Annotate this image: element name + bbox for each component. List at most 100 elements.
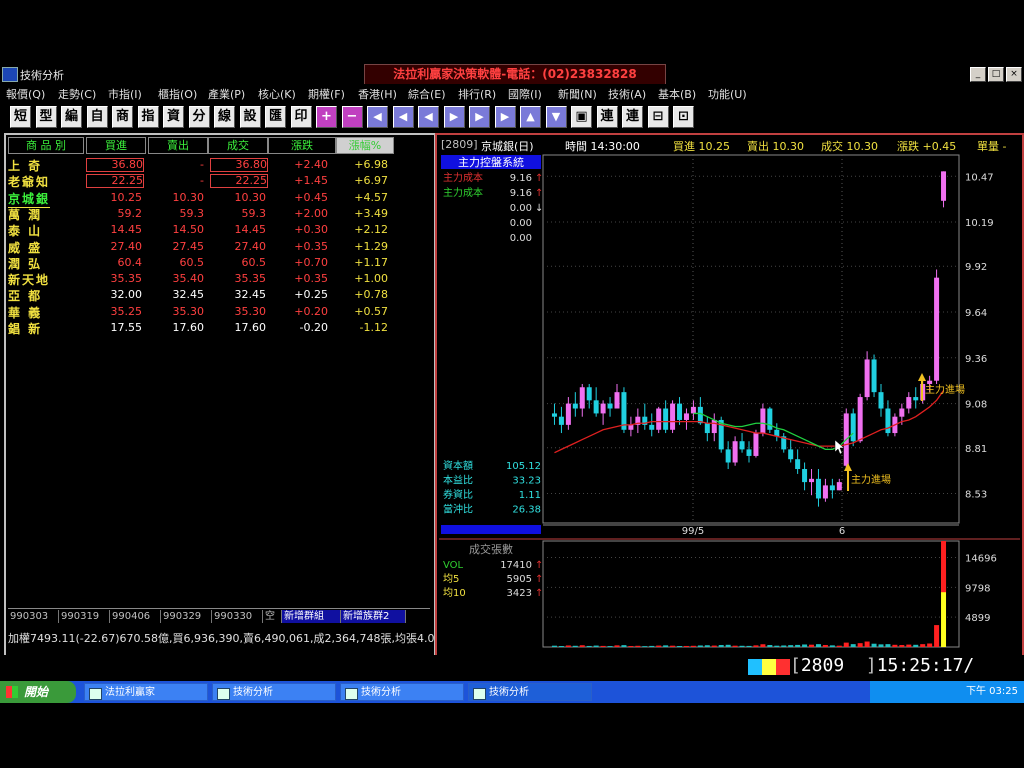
toolbar-button-6[interactable]: 資 — [163, 106, 184, 128]
toolbar-button-12[interactable]: + — [316, 106, 337, 128]
menu-item-5[interactable]: 核心(K) — [258, 86, 296, 102]
group-tab-4[interactable]: 990330 — [212, 610, 263, 623]
quote-bid: 22.25 — [86, 174, 144, 189]
start-button[interactable]: 開始 — [0, 681, 76, 703]
toolbar-button-2[interactable]: 編 — [61, 106, 82, 128]
group-tab-3[interactable]: 990329 — [161, 610, 212, 623]
column-header-4[interactable]: 漲跌 — [268, 137, 336, 154]
candle-body — [683, 413, 689, 420]
menu-item-0[interactable]: 報價(Q) — [6, 86, 45, 102]
menu-item-9[interactable]: 排行(R) — [458, 86, 496, 102]
toolbar-button-0[interactable]: 短 — [10, 106, 31, 128]
candle-body — [767, 408, 773, 430]
toolbar-button-26[interactable]: ⊡ — [673, 106, 694, 128]
quote-row[interactable]: 威 盛 27.40 27.45 27.40 +0.35 +1.29 — [6, 239, 434, 255]
toolbar-button-4[interactable]: 商 — [112, 106, 133, 128]
group-tab-0[interactable]: 990303 — [8, 610, 59, 623]
quote-list-panel: 商 品 別買進 賣出 成交 漲跌 漲幅% 上 奇 36.80-36.80 +2.40 +6.9… — [4, 133, 436, 657]
menu-item-12[interactable]: 技術(A) — [608, 86, 646, 102]
group-tab-7[interactable]: 新增族群2 — [341, 610, 406, 623]
toolbar-button-13[interactable]: − — [341, 106, 363, 128]
toolbar-button-20[interactable]: ▲ — [520, 106, 541, 128]
stock-name: 潤 弘 — [8, 256, 43, 271]
quote-bid: 27.40 — [110, 239, 143, 253]
toolbar-button-17[interactable]: ▶ — [443, 106, 465, 128]
quote-last: 59.3 — [241, 206, 267, 220]
menu-item-13[interactable]: 基本(B) — [658, 86, 696, 102]
taskbar-item-0[interactable]: 法拉利贏家 — [84, 683, 208, 701]
toolbar-button-21[interactable]: ▼ — [545, 106, 567, 128]
quote-last: 22.25 — [210, 174, 268, 189]
column-header-3[interactable]: 成交 — [208, 137, 268, 154]
volume-bar — [739, 645, 745, 647]
toolbar-button-19[interactable]: ▶ — [494, 106, 516, 128]
menu-item-1[interactable]: 走勢(C) — [58, 86, 96, 102]
quote-row[interactable]: 新天地 35.35 35.40 35.35 +0.35 +1.00 — [6, 271, 434, 287]
quote-row[interactable]: 亞 都 32.00 32.45 32.45 +0.25 +0.78 — [6, 287, 434, 303]
maximize-button[interactable]: □ — [988, 67, 1004, 82]
toolbar-button-5[interactable]: 指 — [137, 106, 159, 128]
toolbar-button-18[interactable]: ▶ — [469, 106, 490, 128]
quote-row[interactable]: 上 奇 36.80-36.80 +2.40 +6.98 — [6, 157, 434, 173]
quote-row[interactable]: 京城銀 10.25 10.30 10.30 +0.45 +4.57 — [6, 190, 434, 208]
toolbar-button-23[interactable]: 連 — [596, 106, 618, 128]
group-tab-5[interactable]: 空 — [263, 610, 282, 623]
toolbar-button-10[interactable]: 匯 — [265, 106, 286, 128]
close-button[interactable]: × — [1006, 67, 1022, 82]
quote-last: 35.35 — [234, 272, 267, 286]
toolbar-button-24[interactable]: 連 — [622, 106, 643, 128]
menu-item-11[interactable]: 新聞(N) — [558, 86, 597, 102]
toolbar-button-16[interactable]: ◀ — [418, 106, 439, 128]
volume-bar — [885, 644, 891, 647]
group-tab-2[interactable]: 990406 — [110, 610, 161, 623]
toolbar: 短型編自商指資分線設匯印 + − ◀ ◀ ◀ ▶ ▶ ▶ ▲ ▼ ▣ 連連 ⊟ ⊡ — [0, 103, 1024, 131]
toolbar-button-9[interactable]: 設 — [239, 106, 261, 128]
column-header-1[interactable]: 買進 — [86, 137, 146, 154]
menu-item-7[interactable]: 香港(H) — [358, 86, 397, 102]
quote-row[interactable]: 泰 山 14.45 14.50 14.45 +0.30 +2.12 — [6, 222, 434, 238]
menu-item-14[interactable]: 功能(U) — [708, 86, 747, 102]
column-header-0[interactable]: 商 品 別 — [8, 137, 84, 154]
minimize-button[interactable]: _ — [970, 67, 986, 82]
quote-row[interactable]: 老爺知 22.25-22.25 +1.45 +6.97 — [6, 173, 434, 189]
toolbar-button-15[interactable]: ◀ — [392, 106, 414, 128]
quote-bid: 59.2 — [117, 206, 143, 220]
vendor-banner: 法拉利贏家決策軟體-電話：(02)23832828 — [364, 64, 666, 86]
toolbar-button-7[interactable]: 分 — [188, 106, 210, 128]
legend-value: 0.00 — [510, 218, 532, 229]
menu-item-6[interactable]: 期權(F) — [308, 86, 345, 102]
group-tab-1[interactable]: 990319 — [59, 610, 110, 623]
toolbar-button-25[interactable]: ⊟ — [647, 106, 669, 128]
fundamental-value: 105.12 — [506, 461, 541, 472]
column-header-5[interactable]: 漲幅% — [336, 137, 394, 154]
volume-bar — [649, 645, 655, 647]
column-header-2[interactable]: 賣出 — [148, 137, 208, 154]
quote-row[interactable]: 萬 潤 59.2 59.3 59.3 +2.00 +3.49 — [6, 206, 434, 222]
quote-row[interactable]: 華 義 35.25 35.30 35.30 +0.20 +0.57 — [6, 304, 434, 320]
toolbar-button-1[interactable]: 型 — [35, 106, 57, 128]
start-label: 開始 — [24, 685, 49, 699]
quote-row[interactable]: 錩 新 17.55 17.60 17.60 -0.20 -1.12 — [6, 320, 434, 336]
candle-body — [899, 408, 905, 417]
toolbar-button-8[interactable]: 線 — [214, 106, 235, 128]
menu-item-3[interactable]: 櫃指(O) — [158, 86, 197, 102]
group-tab-6[interactable]: 新增群組 — [282, 610, 341, 623]
menu-item-8[interactable]: 綜合(E) — [408, 86, 446, 102]
status-bracket: [ — [790, 655, 801, 676]
candle-body — [927, 380, 933, 384]
toolbar-button-11[interactable]: 印 — [290, 106, 312, 128]
quote-row[interactable]: 潤 弘 60.4 60.5 60.5 +0.70 +1.17 — [6, 255, 434, 271]
quote-pct: +3.49 — [354, 206, 388, 220]
toolbar-button-14[interactable]: ◀ — [367, 106, 388, 128]
candle-body — [878, 392, 884, 409]
menu-item-2[interactable]: 市指(I) — [108, 86, 142, 102]
menu-item-10[interactable]: 國際(I) — [508, 86, 542, 102]
menu-item-4[interactable]: 產業(P) — [208, 86, 245, 102]
taskbar-item-1[interactable]: 技術分析 — [212, 683, 336, 701]
toolbar-button-22[interactable]: ▣ — [571, 106, 592, 128]
toolbar-button-3[interactable]: 自 — [86, 106, 108, 128]
taskbar-item-2[interactable]: 技術分析 — [340, 683, 464, 701]
candle-body — [802, 469, 808, 483]
taskbar-item-3[interactable]: 技術分析 — [468, 683, 592, 701]
candlestick-chart[interactable]: 主力控盤系統主力成本 9.16 ↑主力成本 9.16 ↑0.00 ↓0.000.00資本額… — [437, 135, 1022, 655]
